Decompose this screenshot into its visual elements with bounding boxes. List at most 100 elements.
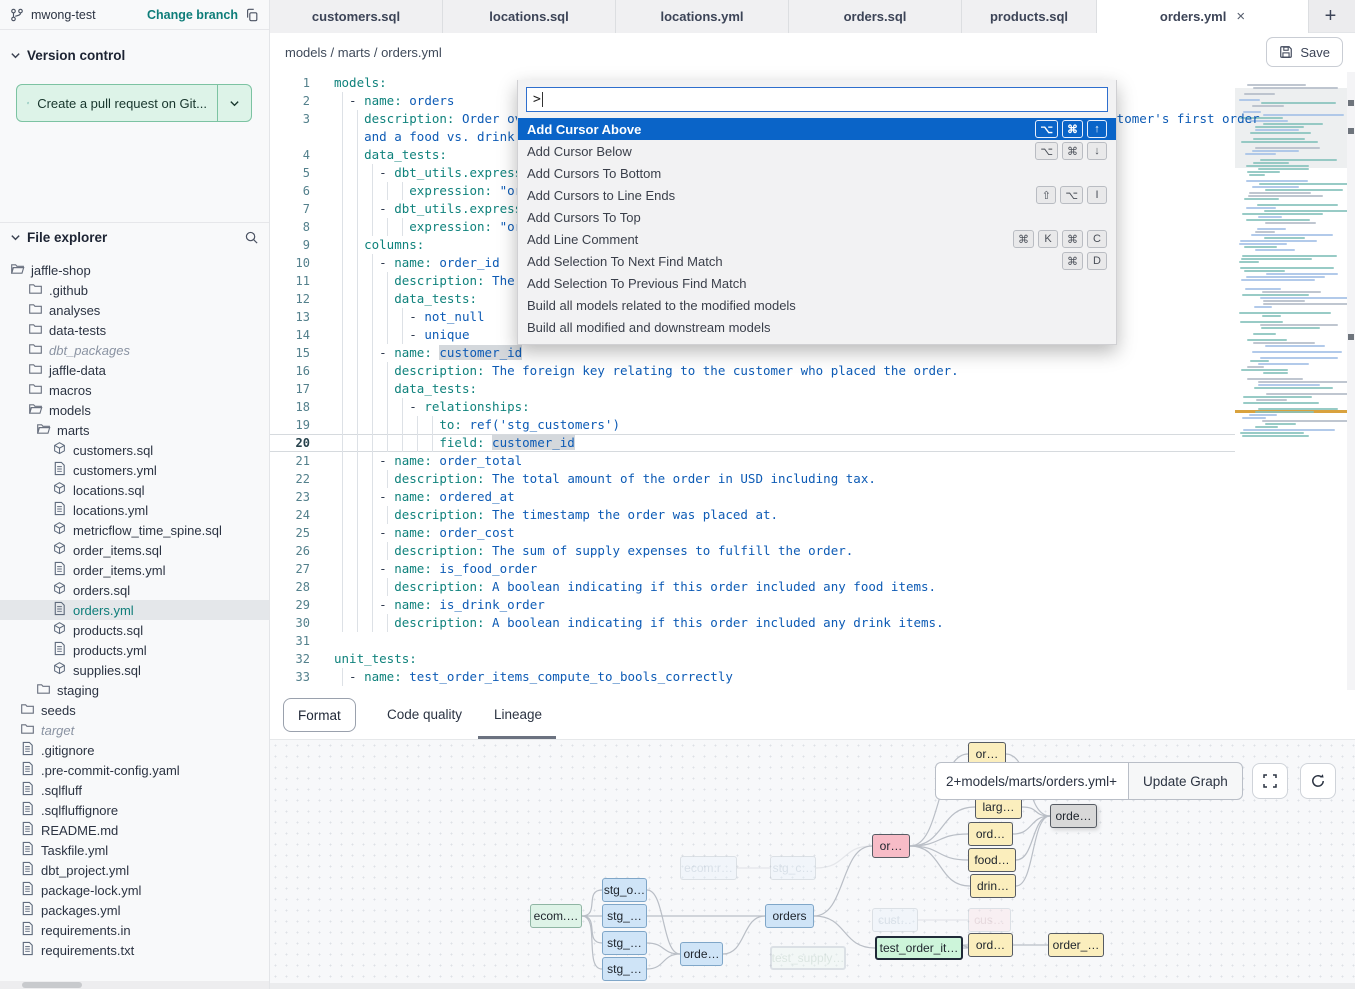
folder-item[interactable]: staging — [0, 680, 269, 700]
code-line[interactable]: 17 data_tests: — [270, 380, 1235, 398]
file-explorer-header[interactable]: File explorer — [0, 222, 269, 252]
code-line[interactable]: 28 description: A boolean indicating if … — [270, 578, 1235, 596]
folder-item[interactable]: jaffle-data — [0, 360, 269, 380]
palette-item[interactable]: Add Selection To Previous Find Match — [518, 272, 1116, 294]
lineage-node[interactable]: stg_… — [602, 957, 647, 981]
file-item[interactable]: .sqlfluff — [0, 780, 269, 800]
code-line[interactable]: 20 field: customer_id — [270, 434, 1235, 452]
folder-item[interactable]: marts — [0, 420, 269, 440]
editor-tab[interactable]: orders.sql — [789, 0, 962, 33]
palette-item[interactable]: Add Cursor Above⌥⌘↑ — [518, 118, 1116, 140]
lineage-node[interactable]: orde… — [1050, 804, 1097, 828]
folder-item[interactable]: jaffle-shop — [0, 260, 269, 280]
lineage-node[interactable]: ord… — [968, 822, 1013, 846]
folder-item[interactable]: data-tests — [0, 320, 269, 340]
lineage-node[interactable]: stg_o… — [602, 878, 647, 902]
code-line[interactable]: 33 - name: test_order_items_compute_to_b… — [270, 668, 1235, 686]
code-line[interactable]: 22 description: The total amount of the … — [270, 470, 1235, 488]
palette-item[interactable]: Add Cursors To Bottom — [518, 162, 1116, 184]
sidebar-scrollbar[interactable] — [0, 981, 269, 989]
format-button[interactable]: Format — [283, 698, 356, 732]
file-item[interactable]: .sqlfluffignore — [0, 800, 269, 820]
file-item[interactable]: locations.sql — [0, 480, 269, 500]
fullscreen-button[interactable] — [1252, 763, 1288, 799]
file-item[interactable]: customers.yml — [0, 460, 269, 480]
palette-item[interactable]: Add Cursor Below⌥⌘↓ — [518, 140, 1116, 162]
folder-item[interactable]: macros — [0, 380, 269, 400]
version-control-header[interactable]: Version control — [0, 40, 269, 70]
file-item[interactable]: orders.yml — [0, 600, 269, 620]
palette-item[interactable]: Add Cursors to Line Ends⇧⌥I — [518, 184, 1116, 206]
lineage-node[interactable]: or… — [872, 834, 910, 858]
code-line[interactable]: 23 - name: ordered_at — [270, 488, 1235, 506]
lineage-node[interactable]: ecom.r… — [680, 856, 737, 880]
file-item[interactable]: .pre-commit-config.yaml — [0, 760, 269, 780]
file-item[interactable]: package-lock.yml — [0, 880, 269, 900]
code-line[interactable]: 15 - name: customer_id — [270, 344, 1235, 362]
command-palette-input[interactable]: > — [526, 87, 1108, 112]
create-pr-dropdown[interactable] — [217, 85, 251, 121]
editor-tab[interactable]: products.sql — [962, 0, 1097, 33]
lineage-scrollbar[interactable] — [270, 983, 1355, 989]
file-item[interactable]: orders.sql — [0, 580, 269, 600]
file-item[interactable]: Taskfile.yml — [0, 840, 269, 860]
change-branch-link[interactable]: Change branch — [147, 8, 238, 22]
save-button[interactable]: Save — [1266, 37, 1343, 67]
file-item[interactable]: order_items.yml — [0, 560, 269, 580]
folder-item[interactable]: analyses — [0, 300, 269, 320]
code-line[interactable]: 19 to: ref('stg_customers') — [270, 416, 1235, 434]
code-line[interactable]: 18 - relationships: — [270, 398, 1235, 416]
editor-tab[interactable]: locations.sql — [443, 0, 616, 33]
lineage-node[interactable]: stg_c… — [770, 856, 816, 880]
code-line[interactable]: 27 - name: is_food_order — [270, 560, 1235, 578]
folder-item[interactable]: target — [0, 720, 269, 740]
lineage-node[interactable]: stg_… — [602, 904, 647, 928]
code-line[interactable]: 30 description: A boolean indicating if … — [270, 614, 1235, 632]
editor-tab[interactable]: locations.yml — [616, 0, 789, 33]
copy-icon[interactable] — [245, 8, 259, 22]
lineage-node[interactable]: drin… — [970, 874, 1016, 898]
file-item[interactable]: .gitignore — [0, 740, 269, 760]
file-item[interactable]: order_items.sql — [0, 540, 269, 560]
lineage-node[interactable]: order_… — [1048, 933, 1104, 957]
lineage-node[interactable]: ord… — [968, 933, 1013, 957]
file-item[interactable]: README.md — [0, 820, 269, 840]
lineage-node[interactable]: food… — [968, 848, 1016, 872]
folder-item[interactable]: dbt_packages — [0, 340, 269, 360]
lineage-node[interactable]: test_supply… — [770, 946, 846, 970]
file-item[interactable]: metricflow_time_spine.sql — [0, 520, 269, 540]
file-item[interactable]: customers.sql — [0, 440, 269, 460]
file-item[interactable]: requirements.in — [0, 920, 269, 940]
code-line[interactable]: 32unit_tests: — [270, 650, 1235, 668]
palette-item[interactable]: Add Cursors To Top — [518, 206, 1116, 228]
create-pr-button[interactable]: Create a pull request on Git... — [16, 84, 252, 122]
editor-tab[interactable]: customers.sql — [270, 0, 443, 33]
search-icon[interactable] — [244, 230, 259, 245]
code-line[interactable]: 29 - name: is_drink_order — [270, 596, 1235, 614]
lineage-node[interactable]: cust… — [872, 908, 918, 932]
code-line[interactable]: 16 description: The foreign key relating… — [270, 362, 1235, 380]
refresh-button[interactable] — [1300, 763, 1336, 799]
palette-item[interactable]: Build all models related to the modified… — [518, 294, 1116, 316]
lineage-node[interactable]: orders — [765, 904, 814, 928]
code-line[interactable]: 31 — [270, 632, 1235, 650]
code-line[interactable]: 24 description: The timestamp the order … — [270, 506, 1235, 524]
lineage-node[interactable]: stg_… — [602, 931, 647, 955]
lineage-filter-input[interactable]: 2+models/marts/orders.yml+ — [935, 762, 1128, 800]
file-item[interactable]: supplies.sql — [0, 660, 269, 680]
tab-code-quality[interactable]: Code quality — [387, 690, 462, 739]
file-item[interactable]: packages.yml — [0, 900, 269, 920]
file-item[interactable]: locations.yml — [0, 500, 269, 520]
palette-item[interactable]: Add Line Comment⌘K⌘C — [518, 228, 1116, 250]
code-line[interactable]: 25 - name: order_cost — [270, 524, 1235, 542]
folder-item[interactable]: models — [0, 400, 269, 420]
file-item[interactable]: dbt_project.yml — [0, 860, 269, 880]
lineage-node[interactable]: cus… — [968, 908, 1011, 932]
code-line[interactable]: 26 description: The sum of supply expens… — [270, 542, 1235, 560]
file-item[interactable]: requirements.txt — [0, 940, 269, 960]
minimap[interactable] — [1235, 80, 1347, 480]
editor-tab[interactable]: orders.yml× — [1097, 0, 1309, 33]
folder-item[interactable]: .github — [0, 280, 269, 300]
new-tab-button[interactable]: + — [1309, 0, 1352, 33]
file-item[interactable]: products.sql — [0, 620, 269, 640]
